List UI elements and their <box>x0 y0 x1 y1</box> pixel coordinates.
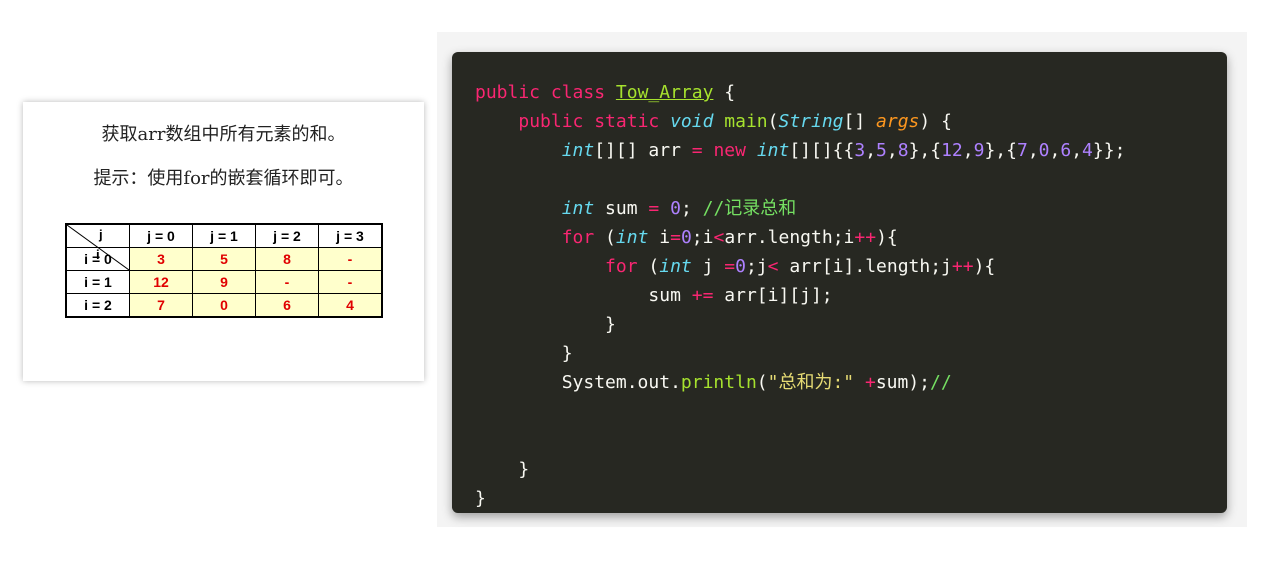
row-header: i = 2 <box>65 293 130 318</box>
prompt-line-2: 提示：使用for的嵌套循环即可。 <box>93 168 354 189</box>
table-row: i = 1 12 9 - - <box>65 270 383 294</box>
table-cell: 0 <box>192 293 256 318</box>
column-header: j = 3 <box>318 223 383 248</box>
code-line-15: } <box>475 488 486 509</box>
code-line-6: for (int i=0;i<arr.length;i++){ <box>561 227 898 248</box>
table-cell: - <box>255 270 319 294</box>
table-corner-cell: j i <box>65 223 130 270</box>
code-text: public class Tow_Array { public static v… <box>475 78 1125 513</box>
code-line-1: public class Tow_Array { <box>475 82 736 103</box>
table-cell: 4 <box>318 293 383 318</box>
row-header: i = 1 <box>65 270 130 294</box>
exercise-card: 获取arr数组中所有元素的和。 提示：使用for的嵌套循环即可。 j i j =… <box>23 102 424 381</box>
table-cell: - <box>318 270 383 294</box>
table-cell: - <box>318 247 383 271</box>
code-line-8: sum += arr[i][j]; <box>648 285 833 306</box>
table-cell: 6 <box>255 293 319 318</box>
code-line-3: int[][] arr = new int[][]{{3,5,8},{12,9}… <box>561 140 1126 161</box>
corner-j-label: j <box>99 227 103 242</box>
code-line-2: public static void main(String[] args) { <box>518 111 952 132</box>
column-header: j = 1 <box>192 223 256 248</box>
table-cell: 9 <box>192 270 256 294</box>
array-table: j i j = 0 j = 1 j = 2 j = 3 i = 0 3 5 8 … <box>65 223 383 318</box>
prompt-line-1: 获取arr数组中所有元素的和。 <box>101 124 346 145</box>
code-line-5: int sum = 0; //记录总和 <box>561 198 797 219</box>
table-cell: 8 <box>255 247 319 271</box>
table-cell: 12 <box>129 270 193 294</box>
code-line-14: } <box>518 459 530 480</box>
code-line-9: } <box>605 314 616 335</box>
column-header: j = 2 <box>255 223 319 248</box>
table-cell: 5 <box>192 247 256 271</box>
code-line-7: for (int j =0;j< arr[i].length;j++){ <box>605 256 996 277</box>
code-line-11: System.out.println("总和为:" +sum);// <box>561 372 952 393</box>
column-header: j = 0 <box>129 223 193 248</box>
code-block: public class Tow_Array { public static v… <box>452 52 1227 513</box>
code-line-10: } <box>561 343 573 364</box>
table-cell: 7 <box>129 293 193 318</box>
corner-i-label: i <box>96 247 100 262</box>
table-cell: 3 <box>129 247 193 271</box>
table-row: i = 2 7 0 6 4 <box>65 293 383 318</box>
